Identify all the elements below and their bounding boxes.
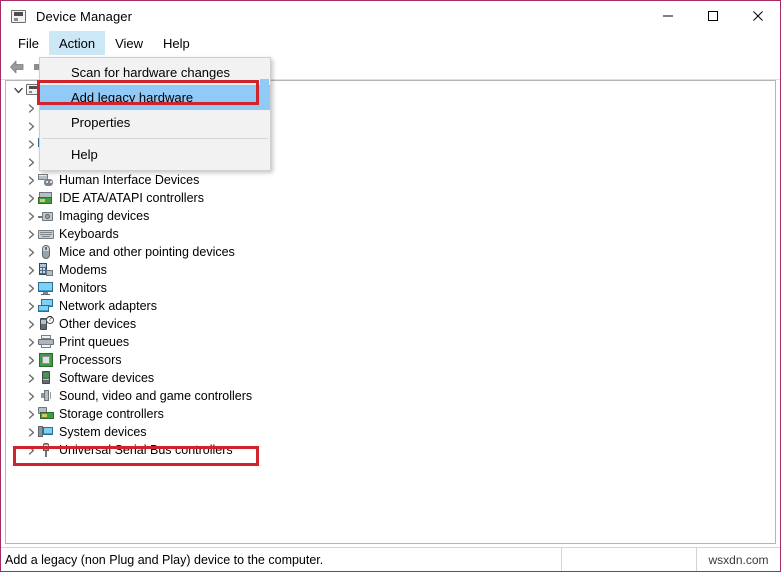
menu-item-view[interactable]: View — [105, 31, 153, 55]
tree-item-processors[interactable]: Processors — [6, 351, 775, 369]
close-icon[interactable] — [735, 1, 780, 31]
chevron-right-icon[interactable] — [24, 194, 38, 203]
chevron-right-icon[interactable] — [24, 338, 38, 347]
tree-item-label: Storage controllers — [59, 406, 164, 422]
menu-item-help[interactable]: Help — [153, 31, 200, 55]
tree-item-sound-video-and-game-controllers[interactable]: Sound, video and game controllers — [6, 387, 775, 405]
ide-controller-icon — [38, 190, 54, 206]
tree-item-label: Processors — [59, 352, 122, 368]
chevron-right-icon[interactable] — [24, 374, 38, 383]
tree-item-other-devices[interactable]: ? Other devices — [6, 315, 775, 333]
chevron-right-icon[interactable] — [24, 176, 38, 185]
title-bar: Device Manager — [1, 1, 780, 31]
tree-item-modems[interactable]: Modems — [6, 261, 775, 279]
chevron-right-icon[interactable] — [24, 302, 38, 311]
chevron-right-icon[interactable] — [24, 230, 38, 239]
chevron-right-icon[interactable] — [24, 248, 38, 257]
menu-option-add-legacy-hardware[interactable]: Add legacy hardware — [40, 85, 270, 110]
menu-item-file[interactable]: File — [8, 31, 49, 55]
chevron-right-icon[interactable] — [24, 392, 38, 401]
chevron-right-icon[interactable] — [24, 122, 38, 131]
tree-item-label: Universal Serial Bus controllers — [59, 442, 233, 458]
menu-bar: File Action View Help — [1, 31, 780, 55]
device-manager-window: Device Manager File Action View Help — [0, 0, 781, 572]
action-dropdown-menu[interactable]: Scan for hardware changes Add legacy har… — [39, 57, 271, 171]
chevron-right-icon[interactable] — [24, 140, 38, 149]
keyboard-icon — [38, 226, 54, 242]
chevron-right-icon[interactable] — [24, 446, 38, 455]
tree-item-universal-serial-bus-controllers[interactable]: Universal Serial Bus controllers — [6, 441, 775, 459]
tree-item-label: Sound, video and game controllers — [59, 388, 252, 404]
tree-item-label: Mice and other pointing devices — [59, 244, 235, 260]
tree-item-label: Other devices — [59, 316, 136, 332]
tree-item-keyboards[interactable]: Keyboards — [6, 225, 775, 243]
tree-item-label: Monitors — [59, 280, 107, 296]
printer-icon — [38, 334, 54, 350]
tree-item-label: Modems — [59, 262, 107, 278]
chevron-right-icon[interactable] — [24, 428, 38, 437]
storage-controller-icon — [38, 406, 54, 422]
software-device-icon — [38, 370, 54, 386]
modem-icon — [38, 262, 54, 278]
mouse-icon — [38, 244, 54, 260]
usb-icon — [38, 442, 54, 458]
tree-item-label: Imaging devices — [59, 208, 149, 224]
menu-option-scan-for-hardware-changes[interactable]: Scan for hardware changes — [40, 60, 270, 85]
other-device-icon: ? — [38, 316, 54, 332]
tree-item-mice-and-other-pointing-devices[interactable]: Mice and other pointing devices — [6, 243, 775, 261]
tree-item-print-queues[interactable]: Print queues — [6, 333, 775, 351]
chevron-right-icon[interactable] — [24, 104, 38, 113]
device-manager-icon — [10, 8, 27, 25]
tree-item-software-devices[interactable]: Software devices — [6, 369, 775, 387]
watermark: wsxdn.com — [696, 548, 780, 572]
minimize-icon[interactable] — [645, 1, 690, 31]
status-middle-pane — [561, 548, 696, 572]
tree-item-network-adapters[interactable]: Network adapters — [6, 297, 775, 315]
tree-item-ide-ata-atapi-controllers[interactable]: IDE ATA/ATAPI controllers — [6, 189, 775, 207]
speaker-icon — [38, 388, 54, 404]
dropdown-scroll-stub — [260, 79, 269, 103]
tree-item-label: Network adapters — [59, 298, 157, 314]
chevron-down-icon[interactable] — [11, 86, 25, 95]
tree-item-human-interface-devices[interactable]: Human Interface Devices — [6, 171, 775, 189]
monitor-icon — [38, 280, 54, 296]
maximize-icon[interactable] — [690, 1, 735, 31]
window-title: Device Manager — [36, 9, 132, 24]
tree-item-label: Human Interface Devices — [59, 172, 199, 188]
back-arrow-icon[interactable] — [6, 56, 28, 78]
camera-icon — [38, 208, 54, 224]
tree-item-system-devices[interactable]: System devices — [6, 423, 775, 441]
menu-separator — [42, 138, 268, 139]
menu-option-properties[interactable]: Properties — [40, 110, 270, 135]
tree-item-label: Software devices — [59, 370, 154, 386]
tree-item-imaging-devices[interactable]: Imaging devices — [6, 207, 775, 225]
chevron-right-icon[interactable] — [24, 284, 38, 293]
menu-option-help[interactable]: Help — [40, 142, 270, 167]
hid-icon — [38, 172, 54, 188]
tree-item-label: System devices — [59, 424, 147, 440]
chevron-right-icon[interactable] — [24, 266, 38, 275]
tree-item-monitors[interactable]: Monitors — [6, 279, 775, 297]
system-device-icon — [38, 424, 54, 440]
chevron-right-icon[interactable] — [24, 356, 38, 365]
tree-item-label: Print queues — [59, 334, 129, 350]
tree-item-label: Keyboards — [59, 226, 119, 242]
window-controls — [645, 1, 780, 31]
tree-item-label: IDE ATA/ATAPI controllers — [59, 190, 204, 206]
tree-item-storage-controllers[interactable]: Storage controllers — [6, 405, 775, 423]
processor-icon — [38, 352, 54, 368]
status-message: Add a legacy (non Plug and Play) device … — [1, 548, 561, 572]
status-bar: Add a legacy (non Plug and Play) device … — [1, 547, 780, 571]
chevron-right-icon[interactable] — [24, 158, 38, 167]
menu-item-action[interactable]: Action — [49, 31, 105, 55]
chevron-right-icon[interactable] — [24, 410, 38, 419]
network-adapter-icon — [38, 298, 54, 314]
chevron-right-icon[interactable] — [24, 320, 38, 329]
chevron-right-icon[interactable] — [24, 212, 38, 221]
